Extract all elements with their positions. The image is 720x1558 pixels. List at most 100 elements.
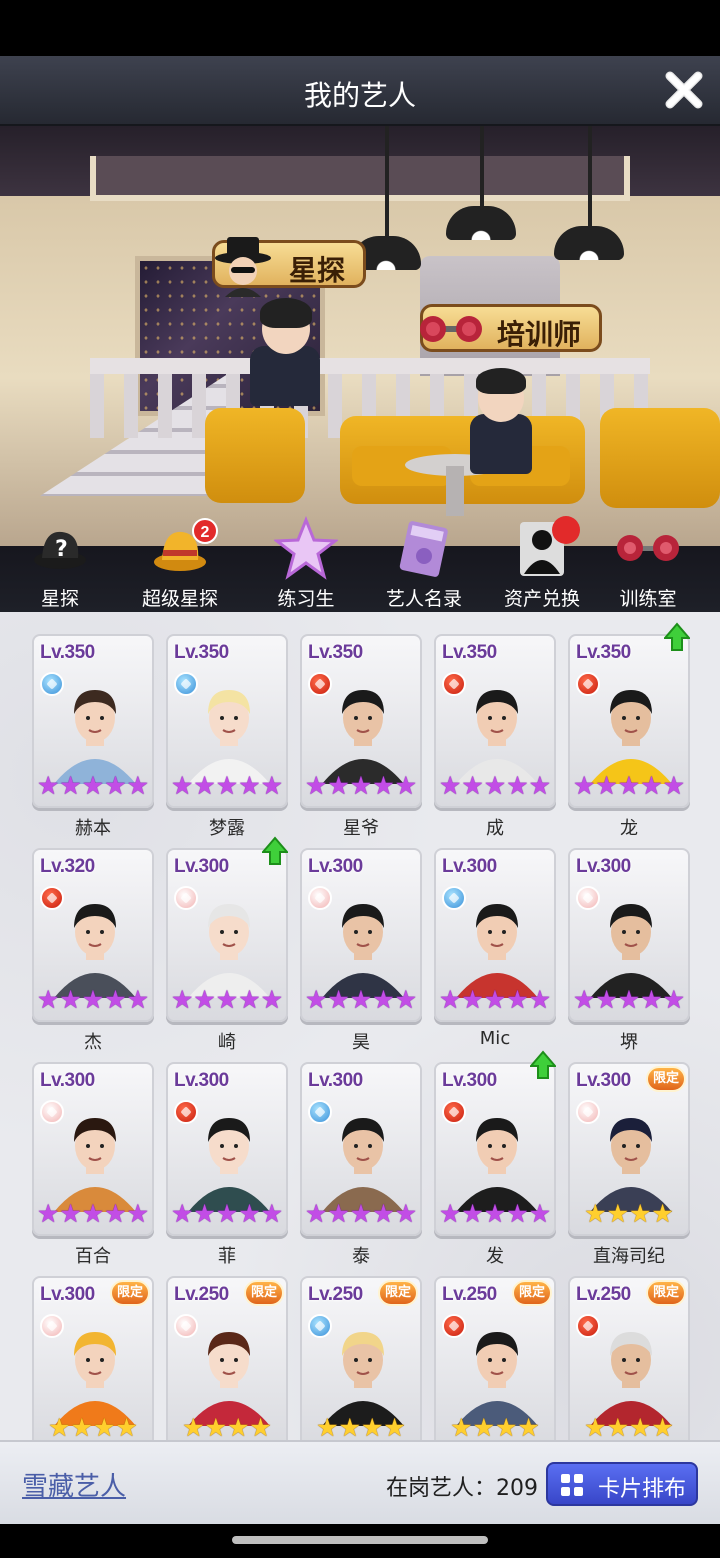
star-icon: ★ <box>316 1414 339 1440</box>
artist-portrait <box>456 1332 538 1426</box>
artist-level: Lv.350 <box>40 642 95 663</box>
artist-level: Lv.320 <box>40 856 95 877</box>
artist-card-grid[interactable]: Lv.350 ★ ★ ★ ★ ★ 赫本 Lv.350 ★ ★ ★ ★ ★ 梦露 Lv.350 ★ ★ ★ ★ ★ 星… <box>0 612 720 1440</box>
star-icon: ★ <box>517 1414 540 1440</box>
attribute-red-icon <box>442 1314 466 1338</box>
artist-card[interactable]: Lv.350 ★ ★ ★ ★ ★ <box>568 634 690 808</box>
attribute-pink-icon <box>576 1100 600 1124</box>
artist-card[interactable]: Lv.350 ★ ★ ★ ★ ★ <box>32 634 154 808</box>
title-bar: 我的艺人 <box>0 56 720 126</box>
attribute-red-icon <box>442 1100 466 1124</box>
star-icon: ★ <box>495 1414 518 1440</box>
star-icon: ★ <box>215 772 239 800</box>
artist-portrait <box>54 690 136 784</box>
artist-portrait <box>322 690 404 784</box>
attribute-red-icon <box>174 1100 198 1124</box>
artist-card[interactable]: Lv.350 ★ ★ ★ ★ ★ <box>434 634 556 808</box>
artist-card[interactable]: Lv.350 ★ ★ ★ ★ ★ <box>300 634 422 808</box>
artist-card[interactable]: Lv.350 ★ ★ ★ ★ ★ <box>166 634 288 808</box>
artist-level: Lv.350 <box>174 642 229 663</box>
artist-card[interactable]: Lv.300 ★ ★ ★ ★ ★ <box>300 848 422 1022</box>
artist-level: Lv.350 <box>308 642 363 663</box>
star-icon: ★ <box>394 772 418 800</box>
upgrade-arrow-icon <box>262 836 288 865</box>
artist-card[interactable]: Lv.300 ★ ★ ★ ★ ★ <box>568 848 690 1022</box>
star-icon: ★ <box>126 1200 150 1228</box>
menu-super-scout[interactable]: 2 超级星探 <box>120 518 240 612</box>
pendant-lamp <box>554 126 624 260</box>
star-icon: ★ <box>662 772 686 800</box>
trainer-sign[interactable]: 培训师 <box>420 304 603 352</box>
artist-card[interactable]: Lv.300 ★ ★ ★ ★ ★ <box>434 1062 556 1236</box>
attribute-pink-icon <box>40 1314 64 1338</box>
hidden-artists-link[interactable]: 雪藏艺人 <box>22 1466 126 1503</box>
artist-name: 泰 <box>352 1246 370 1267</box>
armchair <box>600 408 720 508</box>
star-icon: ★ <box>506 986 529 1014</box>
home-indicator[interactable] <box>232 1536 488 1544</box>
star-icon: ★ <box>361 1414 384 1440</box>
upgrade-arrow-icon <box>530 1050 556 1079</box>
attribute-blue-icon <box>174 672 198 696</box>
artist-card[interactable]: Lv.300 ★ ★ ★ ★ 限定 <box>32 1276 154 1440</box>
artist-name: 直海司纪 <box>593 1246 665 1267</box>
artist-portrait <box>590 1332 672 1426</box>
star-icon: ★ <box>651 1414 674 1440</box>
limited-badge: 限定 <box>244 1280 284 1306</box>
star-rating: ★ ★ ★ ★ ★ <box>34 985 152 1015</box>
artist-card[interactable]: Lv.250 ★ ★ ★ ★ 限定 <box>434 1276 556 1440</box>
star-rating: ★ ★ ★ ★ ★ <box>436 771 554 801</box>
armchair <box>205 408 305 503</box>
star-icon: ★ <box>304 772 328 800</box>
star-icon: ★ <box>126 772 150 800</box>
artist-card[interactable]: Lv.320 ★ ★ ★ ★ ★ <box>32 848 154 1022</box>
artist-card[interactable]: Lv.300 ★ ★ ★ ★ 限定 <box>568 1062 690 1236</box>
star-rating: ★ ★ ★ ★ ★ <box>570 771 688 801</box>
star-rating: ★ ★ ★ ★ <box>34 1413 152 1440</box>
star-icon: ★ <box>260 1200 284 1228</box>
menu-artist-directory[interactable]: 艺人名录 <box>364 521 484 612</box>
star-rating: ★ ★ ★ ★ ★ <box>302 771 420 801</box>
attribute-red-icon <box>576 672 600 696</box>
menu-label: 艺人名录 <box>385 588 462 610</box>
artist-portrait <box>456 904 538 998</box>
artist-card[interactable]: Lv.250 ★ ★ ★ ★ 限定 <box>568 1276 690 1440</box>
scout-sign[interactable]: 星探 <box>212 237 367 297</box>
card-layout-button[interactable]: 卡片排布 <box>546 1462 698 1506</box>
star-icon: ★ <box>584 1414 607 1440</box>
star-icon: ★ <box>528 772 552 800</box>
star-icon: ★ <box>629 1414 652 1440</box>
menu-asset-exchange[interactable]: 资产兑换 <box>482 516 602 612</box>
star-icon: ★ <box>617 772 641 800</box>
upgrade-arrow-icon <box>664 622 690 651</box>
artist-portrait <box>54 1332 136 1426</box>
menu-trainee[interactable]: 练习生 <box>246 516 366 612</box>
artist-name: 星爷 <box>343 818 379 839</box>
star-icon: ★ <box>81 772 105 800</box>
artist-portrait <box>590 904 672 998</box>
artist-level: Lv.300 <box>174 856 229 877</box>
star-icon: ★ <box>629 1200 652 1228</box>
artist-name: 赫本 <box>75 818 111 839</box>
star-icon: ★ <box>506 1200 529 1228</box>
artist-card[interactable]: Lv.300 ★ ★ ★ ★ ★ <box>166 848 288 1022</box>
star-icon: ★ <box>506 772 529 800</box>
artist-card[interactable]: Lv.300 ★ ★ ★ ★ ★ <box>434 848 556 1022</box>
artist-card[interactable]: Lv.300 ★ ★ ★ ★ ★ <box>32 1062 154 1236</box>
artist-card[interactable]: Lv.300 ★ ★ ★ ★ ★ <box>166 1062 288 1236</box>
artist-card[interactable]: Lv.250 ★ ★ ★ ★ 限定 <box>300 1276 422 1440</box>
active-artist-count: 在岗艺人：209 <box>386 1476 538 1501</box>
star-icon: ★ <box>662 986 686 1014</box>
star-icon: ★ <box>70 1414 93 1440</box>
star-book-icon <box>399 521 448 577</box>
star-rating: ★ ★ ★ ★ ★ <box>168 771 286 801</box>
star-icon: ★ <box>327 772 350 800</box>
menu-scout[interactable]: ? 星探 <box>0 531 120 612</box>
star-icon: ★ <box>394 1200 418 1228</box>
close-icon[interactable] <box>662 68 706 112</box>
artist-card[interactable]: Lv.300 ★ ★ ★ ★ ★ <box>300 1062 422 1236</box>
menu-training-room[interactable]: 训练室 <box>588 535 708 612</box>
artist-name: 成 <box>486 818 504 839</box>
artist-card[interactable]: Lv.250 ★ ★ ★ ★ 限定 <box>166 1276 288 1440</box>
attribute-red-icon <box>40 886 64 910</box>
